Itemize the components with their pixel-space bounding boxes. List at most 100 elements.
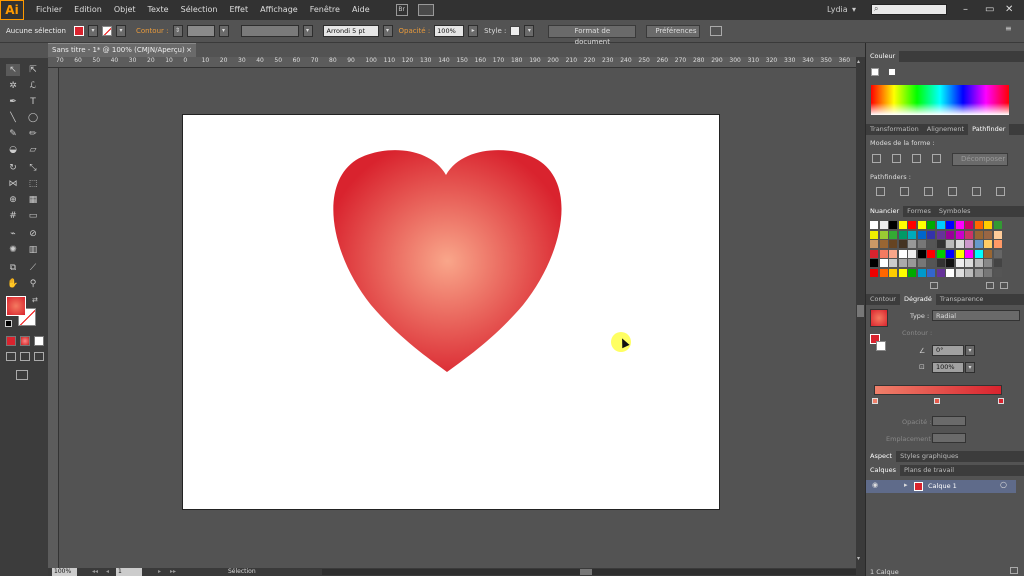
- layer-name[interactable]: Calque 1: [928, 482, 957, 490]
- swatch[interactable]: [927, 221, 935, 229]
- minus-front-icon[interactable]: [892, 154, 901, 163]
- scroll-thumb[interactable]: [857, 305, 864, 317]
- swatch[interactable]: [936, 230, 945, 239]
- status-tool[interactable]: Sélection: [228, 568, 256, 576]
- swatch[interactable]: [908, 221, 916, 229]
- swatch[interactable]: [946, 268, 954, 277]
- gradient-tool-icon[interactable]: ▭: [26, 210, 40, 222]
- swatch[interactable]: [965, 240, 973, 248]
- scale-tool-icon[interactable]: ⤡: [26, 162, 40, 174]
- gradient-type-select[interactable]: Radial: [932, 310, 1020, 321]
- swatch[interactable]: [936, 268, 945, 277]
- swatch[interactable]: [917, 221, 926, 229]
- menu-effet[interactable]: Effet: [223, 0, 254, 20]
- swatch[interactable]: [955, 230, 964, 239]
- swatch[interactable]: [870, 221, 878, 229]
- opacity-field[interactable]: 100%: [434, 25, 465, 37]
- swatch[interactable]: [965, 249, 973, 258]
- swatch[interactable]: [917, 230, 926, 239]
- swatch[interactable]: [898, 259, 907, 267]
- perspective-grid-icon[interactable]: ▦: [26, 194, 40, 206]
- swatch[interactable]: [955, 249, 964, 258]
- swatch[interactable]: [965, 230, 973, 239]
- menu-texte[interactable]: Texte: [142, 0, 175, 20]
- swatch[interactable]: [974, 221, 983, 229]
- scroll-down-icon[interactable]: ▾: [857, 555, 860, 562]
- tab-transparence[interactable]: Transparence: [936, 294, 988, 305]
- artboard-tool-icon[interactable]: ⧉: [6, 262, 20, 274]
- search-input[interactable]: ⌕: [871, 4, 947, 15]
- stroke-weight-field[interactable]: [186, 25, 215, 37]
- swatch[interactable]: [965, 259, 973, 267]
- fill-dropdown[interactable]: ▾: [87, 25, 98, 37]
- user-dropdown-icon[interactable]: ▾: [852, 0, 856, 20]
- prev-page-icon[interactable]: ◂: [106, 568, 109, 576]
- delete-layer-icon[interactable]: [1010, 567, 1018, 574]
- ratio-field[interactable]: 100%: [932, 362, 964, 373]
- menu-aide[interactable]: Aide: [346, 0, 376, 20]
- style-dropdown[interactable]: ▾: [524, 25, 535, 37]
- swatch[interactable]: [908, 249, 916, 258]
- tab-calques[interactable]: Calques: [866, 465, 900, 476]
- swatch[interactable]: [936, 221, 945, 229]
- doc-format-button[interactable]: Format de document: [548, 24, 637, 46]
- merge-icon[interactable]: [924, 187, 933, 196]
- eraser-tool-icon[interactable]: ▱: [26, 144, 40, 156]
- eyedropper-icon[interactable]: ⌁: [6, 228, 20, 240]
- swatch[interactable]: [927, 230, 935, 239]
- brush-field[interactable]: Arrondi 5 pt: [322, 25, 379, 37]
- artboard[interactable]: [182, 114, 720, 510]
- zoom-tool-icon[interactable]: ⚲: [26, 278, 40, 290]
- default-colors-icon[interactable]: [5, 320, 12, 327]
- swatch[interactable]: [993, 240, 1002, 248]
- document-tab[interactable]: Sans titre - 1* @ 100% (CMJN/Aperçu) ×: [48, 43, 196, 57]
- scroll-up-icon[interactable]: ▴: [857, 58, 860, 65]
- swatch[interactable]: [917, 268, 926, 277]
- tab-nuancier[interactable]: Nuancier: [866, 206, 904, 217]
- swatch[interactable]: [889, 259, 897, 267]
- tab-alignement[interactable]: Alignement: [923, 124, 968, 135]
- page-field[interactable]: 1: [116, 568, 142, 576]
- type-tool-icon[interactable]: T: [26, 96, 40, 108]
- divide-icon[interactable]: [876, 187, 885, 196]
- swatch[interactable]: [946, 249, 954, 258]
- swatch[interactable]: [946, 259, 954, 267]
- tab-transformation[interactable]: Transformation: [866, 124, 923, 135]
- swatch[interactable]: [889, 221, 897, 229]
- swatch[interactable]: [946, 240, 954, 248]
- swatch[interactable]: [993, 230, 1002, 239]
- horizontal-scrollbar[interactable]: [322, 569, 856, 575]
- swatch[interactable]: [927, 259, 935, 267]
- tab-formes[interactable]: Formes: [903, 206, 935, 217]
- swatch[interactable]: [927, 268, 935, 277]
- expand-layer-icon[interactable]: ▸: [904, 481, 908, 489]
- swatch[interactable]: [908, 230, 916, 239]
- swatch[interactable]: [936, 259, 945, 267]
- lasso-icon[interactable]: ℒ: [26, 80, 40, 92]
- heart-shape[interactable]: [183, 115, 721, 511]
- swatch[interactable]: [946, 230, 954, 239]
- swatch[interactable]: [974, 268, 983, 277]
- graph-tool-icon[interactable]: ▥: [26, 244, 40, 256]
- swatch[interactable]: [946, 221, 954, 229]
- new-swatch-icon[interactable]: [986, 282, 994, 289]
- exclude-icon[interactable]: [932, 154, 941, 163]
- swatch[interactable]: [936, 240, 945, 248]
- swatch[interactable]: [917, 240, 926, 248]
- tab-plans-de-travail[interactable]: Plans de travail: [900, 465, 958, 476]
- color-mode-button[interactable]: [6, 336, 16, 346]
- vertical-ruler[interactable]: [48, 68, 59, 568]
- menu-edition[interactable]: Edition: [68, 0, 108, 20]
- swatch[interactable]: [870, 230, 878, 239]
- tab-degrade[interactable]: Dégradé: [899, 294, 936, 305]
- opacity-label[interactable]: Opacité :: [399, 27, 431, 35]
- swatch[interactable]: [974, 259, 983, 267]
- first-page-icon[interactable]: ◂◂: [92, 568, 98, 576]
- swatch[interactable]: [993, 268, 1002, 277]
- vertical-scrollbar[interactable]: ▴ ▾: [856, 57, 865, 568]
- stop-location-field[interactable]: [932, 433, 966, 443]
- color-panel-header[interactable]: Couleur: [866, 51, 1024, 62]
- stroke-color-swatch[interactable]: [101, 26, 112, 36]
- menu-selection[interactable]: Sélection: [175, 0, 224, 20]
- menu-fenetre[interactable]: Fenêtre: [304, 0, 346, 20]
